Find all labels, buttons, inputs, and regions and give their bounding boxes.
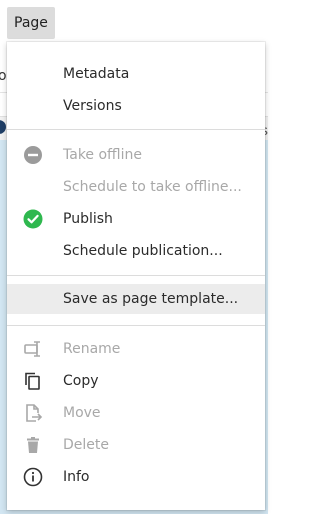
background-partial-glyph: o	[0, 68, 7, 84]
menu-divider	[7, 275, 265, 276]
rename-icon	[23, 339, 43, 359]
menu-item-versions[interactable]: Versions	[7, 91, 265, 121]
menu-item-save-as-template[interactable]: Save as page template...	[7, 284, 265, 314]
menu-item-info[interactable]: Info	[7, 462, 265, 492]
menu-item-delete[interactable]: Delete	[7, 430, 265, 460]
menu-item-label: Schedule to take offline...	[63, 179, 242, 195]
menu-item-label: Copy	[63, 373, 99, 389]
menu-item-label: Versions	[63, 98, 122, 114]
page-dropdown-menu: Metadata Versions Take offline Schedule …	[7, 42, 265, 510]
menu-item-rename[interactable]: Rename	[7, 334, 265, 364]
menu-item-label: Move	[63, 405, 101, 421]
menu-divider	[7, 325, 265, 326]
minus-circle-icon	[23, 145, 43, 165]
trash-icon	[23, 435, 43, 455]
menu-divider	[7, 129, 265, 130]
menu-item-label: Delete	[63, 437, 109, 453]
menu-item-label: Metadata	[63, 66, 130, 82]
copy-icon	[23, 371, 43, 391]
menu-item-label: Rename	[63, 341, 121, 357]
menu-item-metadata[interactable]: Metadata	[7, 59, 265, 89]
menu-item-label: Info	[63, 469, 90, 485]
move-icon	[23, 403, 43, 423]
menu-item-label: Publish	[63, 211, 113, 227]
page-menu-button[interactable]: Page	[7, 7, 55, 39]
menu-item-move[interactable]: Move	[7, 398, 265, 428]
menu-item-schedule-take-offline[interactable]: Schedule to take offline...	[7, 172, 265, 202]
info-icon	[23, 467, 43, 487]
menu-item-schedule-publication[interactable]: Schedule publication...	[7, 236, 265, 266]
menu-item-take-offline[interactable]: Take offline	[7, 140, 265, 170]
check-circle-icon	[23, 209, 43, 229]
menu-item-publish[interactable]: Publish	[7, 204, 265, 234]
menu-item-label: Schedule publication...	[63, 243, 223, 259]
menu-item-label: Take offline	[63, 147, 142, 163]
menu-item-copy[interactable]: Copy	[7, 366, 265, 396]
menu-item-label: Save as page template...	[63, 291, 239, 307]
